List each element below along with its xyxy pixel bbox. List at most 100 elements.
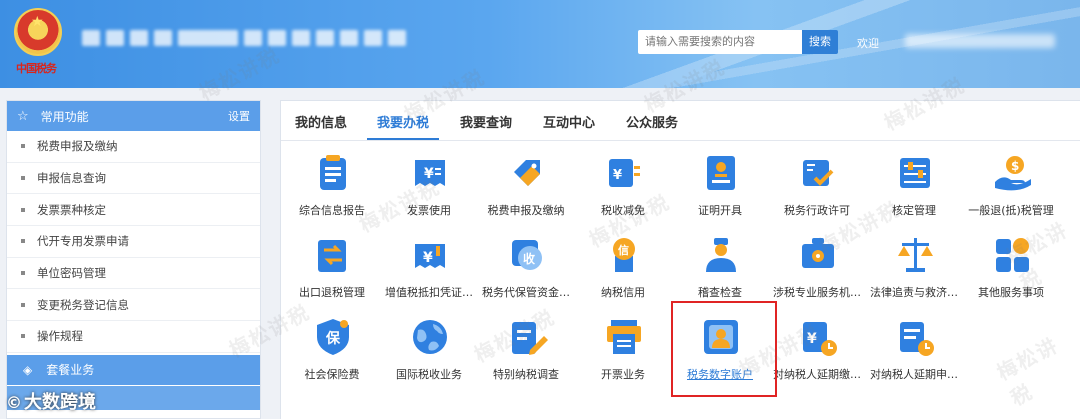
welcome-text: 欢迎 bbox=[857, 37, 879, 50]
sidebar-item[interactable]: 发票票种核定 bbox=[7, 194, 260, 227]
service-item[interactable]: 其他服务事项 bbox=[962, 234, 1060, 314]
service-label: 其他服务事项 bbox=[978, 286, 1044, 299]
sidebar-item[interactable]: 代开专用发票申请 bbox=[7, 226, 260, 258]
tax-tag-icon bbox=[514, 160, 540, 186]
sidebar: ☆ 常用功能 设置 税费申报及缴纳申报信息查询发票票种核定代开专用发票申请单位密… bbox=[6, 100, 261, 419]
star-icon: ★ bbox=[31, 14, 44, 30]
service-label: 税务行政许可 bbox=[784, 204, 850, 217]
copyright-icon: © bbox=[6, 393, 22, 412]
service-label: 特别纳税调查 bbox=[493, 368, 559, 381]
tab-do-tax[interactable]: 我要办税 bbox=[377, 112, 429, 131]
tab-query[interactable]: 我要查询 bbox=[460, 112, 512, 131]
common-functions-header: ☆ 常用功能 设置 bbox=[7, 101, 260, 131]
service-label: 发票使用 bbox=[407, 204, 451, 217]
bullet-icon bbox=[21, 207, 25, 212]
service-label: 对纳税人延期申… bbox=[870, 368, 958, 381]
shield-bao-icon: 保 bbox=[317, 319, 349, 355]
active-tab-indicator bbox=[367, 138, 439, 140]
service-item[interactable]: ¥ 税收减免 bbox=[574, 152, 672, 232]
service-item[interactable]: 税费申报及缴纳 bbox=[477, 152, 575, 232]
service-item[interactable]: 核定管理 bbox=[865, 152, 963, 232]
tab-my-info[interactable]: 我的信息 bbox=[295, 112, 347, 131]
credit-medal-icon: 信 bbox=[613, 238, 635, 272]
service-label: 涉税专业服务机… bbox=[773, 286, 861, 299]
service-label: 开票业务 bbox=[601, 368, 645, 381]
svg-text:保: 保 bbox=[325, 330, 341, 347]
scales-icon bbox=[898, 238, 933, 272]
package-section-header[interactable]: ◈ 套餐业务 bbox=[7, 354, 260, 385]
service-item[interactable]: 涉税专业服务机… bbox=[768, 234, 866, 314]
service-label: 纳税信用 bbox=[601, 286, 645, 299]
sidebar-item-label: 发票票种核定 bbox=[37, 202, 106, 217]
briefcase-gear-icon bbox=[802, 238, 834, 268]
adjust-panel-icon bbox=[900, 158, 930, 188]
sidebar-item[interactable]: 单位密码管理 bbox=[7, 258, 260, 290]
highlight-box bbox=[671, 301, 777, 397]
printer-icon bbox=[607, 320, 641, 354]
service-item[interactable]: 证明开具 bbox=[671, 152, 769, 232]
tiles-icon bbox=[996, 238, 1029, 272]
svg-text:¥: ¥ bbox=[613, 168, 622, 183]
sidebar-item[interactable]: 操作规程 bbox=[7, 321, 260, 353]
service-item[interactable]: ¥ 增值税抵扣凭证… bbox=[380, 234, 478, 314]
service-label: 税费申报及缴纳 bbox=[487, 204, 565, 217]
service-item[interactable]: 综合信息报告 bbox=[283, 152, 381, 232]
service-label: 综合信息报告 bbox=[299, 204, 365, 217]
bullet-icon bbox=[21, 334, 25, 339]
tab-bar: 我的信息 我要办税 我要查询 互动中心 公众服务 bbox=[281, 101, 1080, 141]
settings-link[interactable]: 设置 bbox=[228, 108, 250, 124]
service-item[interactable]: ¥ 对纳税人延期缴… bbox=[768, 316, 866, 396]
service-item[interactable]: 开票业务 bbox=[574, 316, 672, 396]
service-item[interactable]: 税务行政许可 bbox=[768, 152, 866, 232]
svg-text:¥: ¥ bbox=[424, 166, 434, 182]
service-item[interactable]: 法律追责与救济… bbox=[865, 234, 963, 314]
sidebar-item[interactable]: 税费申报及缴纳 bbox=[7, 131, 260, 163]
service-item[interactable]: 特别纳税调查 bbox=[477, 316, 575, 396]
site-header: ★ 中国税务 搜索 欢迎 bbox=[0, 0, 1080, 88]
hand-coin-icon: $ bbox=[995, 156, 1031, 191]
service-label: 税收减免 bbox=[601, 204, 645, 217]
svg-text:信: 信 bbox=[618, 243, 629, 257]
service-label: 对纳税人延期缴… bbox=[773, 368, 861, 381]
bullet-icon bbox=[21, 176, 25, 181]
service-item[interactable]: ¥ 发票使用 bbox=[380, 152, 478, 232]
site-title-blurred bbox=[82, 30, 412, 52]
service-item[interactable]: 收税务代保管资金… bbox=[477, 234, 575, 314]
service-label: 出口退税管理 bbox=[299, 286, 365, 299]
sidebar-item[interactable]: 申报信息查询 bbox=[7, 163, 260, 195]
service-item[interactable]: 对纳税人延期申… bbox=[865, 316, 963, 396]
service-item[interactable]: 出口退税管理 bbox=[283, 234, 381, 314]
service-item[interactable]: 保社会保险费 bbox=[283, 316, 381, 396]
service-label: 证明开具 bbox=[698, 204, 742, 217]
service-label: 核定管理 bbox=[892, 204, 936, 217]
service-item[interactable]: 信纳税信用 bbox=[574, 234, 672, 314]
vat-voucher-icon: ¥ bbox=[415, 244, 445, 268]
sidebar-item[interactable]: 变更税务登记信息 bbox=[7, 289, 260, 322]
brand-watermark: © 大数跨境 bbox=[6, 388, 96, 414]
service-item[interactable]: $ 一般退(抵)税管理 bbox=[962, 152, 1060, 232]
deferral-filing-icon bbox=[900, 322, 934, 356]
svg-text:$: $ bbox=[1011, 159, 1019, 173]
bullet-icon bbox=[21, 302, 25, 307]
search-button[interactable]: 搜索 bbox=[802, 30, 838, 54]
service-label: 一般退(抵)税管理 bbox=[968, 204, 1054, 217]
custody-fund-icon: 收 bbox=[512, 240, 542, 270]
bullet-icon bbox=[21, 239, 25, 244]
search-input[interactable] bbox=[638, 30, 802, 54]
sidebar-item-label: 单位密码管理 bbox=[37, 266, 106, 281]
sidebar-item-label: 变更税务登记信息 bbox=[37, 297, 129, 312]
layers-icon: ◈ bbox=[23, 362, 33, 377]
service-label: 国际税收业务 bbox=[396, 368, 462, 381]
pencil-doc-icon bbox=[512, 322, 548, 355]
bullet-icon bbox=[21, 271, 25, 276]
certificate-stamp-icon bbox=[707, 156, 735, 190]
sidebar-item-label: 税费申报及缴纳 bbox=[37, 139, 118, 154]
service-label: 稽查检查 bbox=[698, 286, 742, 299]
service-label: 社会保险费 bbox=[304, 368, 360, 381]
tab-interaction[interactable]: 互动中心 bbox=[543, 112, 595, 131]
tab-public-service[interactable]: 公众服务 bbox=[626, 112, 678, 131]
sidebar-item-label: 操作规程 bbox=[37, 329, 83, 344]
package-section-label: 套餐业务 bbox=[46, 363, 95, 378]
star-outline-icon: ☆ bbox=[17, 108, 29, 124]
service-item[interactable]: 国际税收业务 bbox=[380, 316, 478, 396]
